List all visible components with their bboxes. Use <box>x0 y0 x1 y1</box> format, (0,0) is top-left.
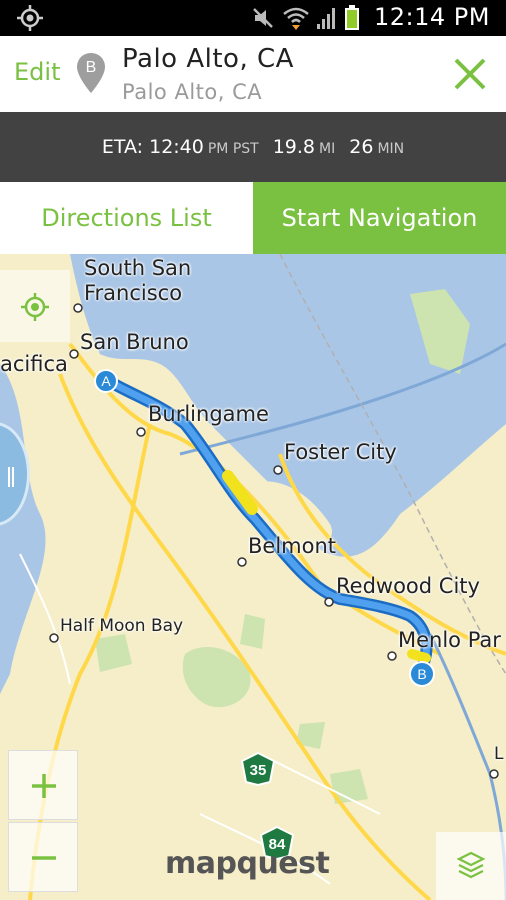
drag-grip-icon <box>8 467 14 487</box>
city-label: Menlo Par <box>398 628 501 652</box>
battery-icon <box>345 5 359 30</box>
city-label: Foster City <box>284 440 397 464</box>
city-label: Burlingame <box>148 402 269 426</box>
zoom-in-button[interactable] <box>8 750 78 820</box>
route-start-marker[interactable]: A <box>93 368 119 394</box>
wifi-icon <box>283 7 309 30</box>
locate-icon <box>21 293 49 321</box>
close-icon[interactable] <box>452 56 488 92</box>
zoom-out-button[interactable] <box>8 822 78 892</box>
city-label: Half Moon Bay <box>60 616 184 636</box>
highway-35-shield-icon: 35 <box>240 752 276 786</box>
route-end-marker[interactable]: B <box>408 660 436 688</box>
map-view[interactable]: A B South San Francisco San Bruno acific… <box>0 254 506 900</box>
gps-icon <box>17 5 43 31</box>
route-actions: Directions List Start Navigation <box>0 182 506 254</box>
city-label: San Bruno <box>80 330 189 354</box>
marker-a-label: A <box>101 373 111 389</box>
destination-title: Palo Alto, CA <box>122 44 294 74</box>
eta-duration: 26 MIN <box>349 136 404 158</box>
eta-label: ETA: 12:40 <box>101 136 204 158</box>
city-label: acifica <box>0 352 68 376</box>
distance-value: 19.8 <box>272 136 316 158</box>
marker-b-label: B <box>417 666 426 682</box>
layers-icon <box>456 851 486 879</box>
eta-distance: 19.8 MI <box>273 136 336 158</box>
city-label: L <box>494 744 504 764</box>
locate-me-button[interactable] <box>0 270 70 342</box>
status-bar: 12:14 PM <box>0 0 506 36</box>
mapquest-logo: mapquest <box>165 846 330 881</box>
duration-value: 26 <box>349 136 374 158</box>
signal-icon <box>317 8 335 29</box>
eta-time: ETA: 12:40 PM PST <box>102 136 259 158</box>
pin-letter: B <box>86 59 97 76</box>
destination-subtitle: Palo Alto, CA <box>122 80 263 104</box>
route-header: Edit B Palo Alto, CA Palo Alto, CA <box>0 36 506 112</box>
mute-icon <box>253 8 273 28</box>
status-time: 12:14 PM <box>374 3 490 31</box>
city-label: Belmont <box>248 534 337 558</box>
plus-icon <box>32 774 56 798</box>
layers-button[interactable] <box>436 832 506 900</box>
minus-icon <box>32 856 56 860</box>
destination-pin-icon: B <box>77 53 105 93</box>
eta-timezone: PM PST <box>207 141 259 157</box>
city-label: Redwood City <box>336 574 480 598</box>
eta-bar: ETA: 12:40 PM PST 19.8 MI 26 MIN <box>0 112 506 182</box>
distance-unit: MI <box>319 141 336 157</box>
city-label: South San <box>84 256 192 280</box>
city-label: Francisco <box>84 281 183 305</box>
edit-button[interactable]: Edit <box>14 58 60 86</box>
directions-list-button[interactable]: Directions List <box>0 182 253 254</box>
start-navigation-button[interactable]: Start Navigation <box>253 182 506 254</box>
duration-unit: MIN <box>377 141 405 157</box>
shield-35-label: 35 <box>250 762 267 779</box>
